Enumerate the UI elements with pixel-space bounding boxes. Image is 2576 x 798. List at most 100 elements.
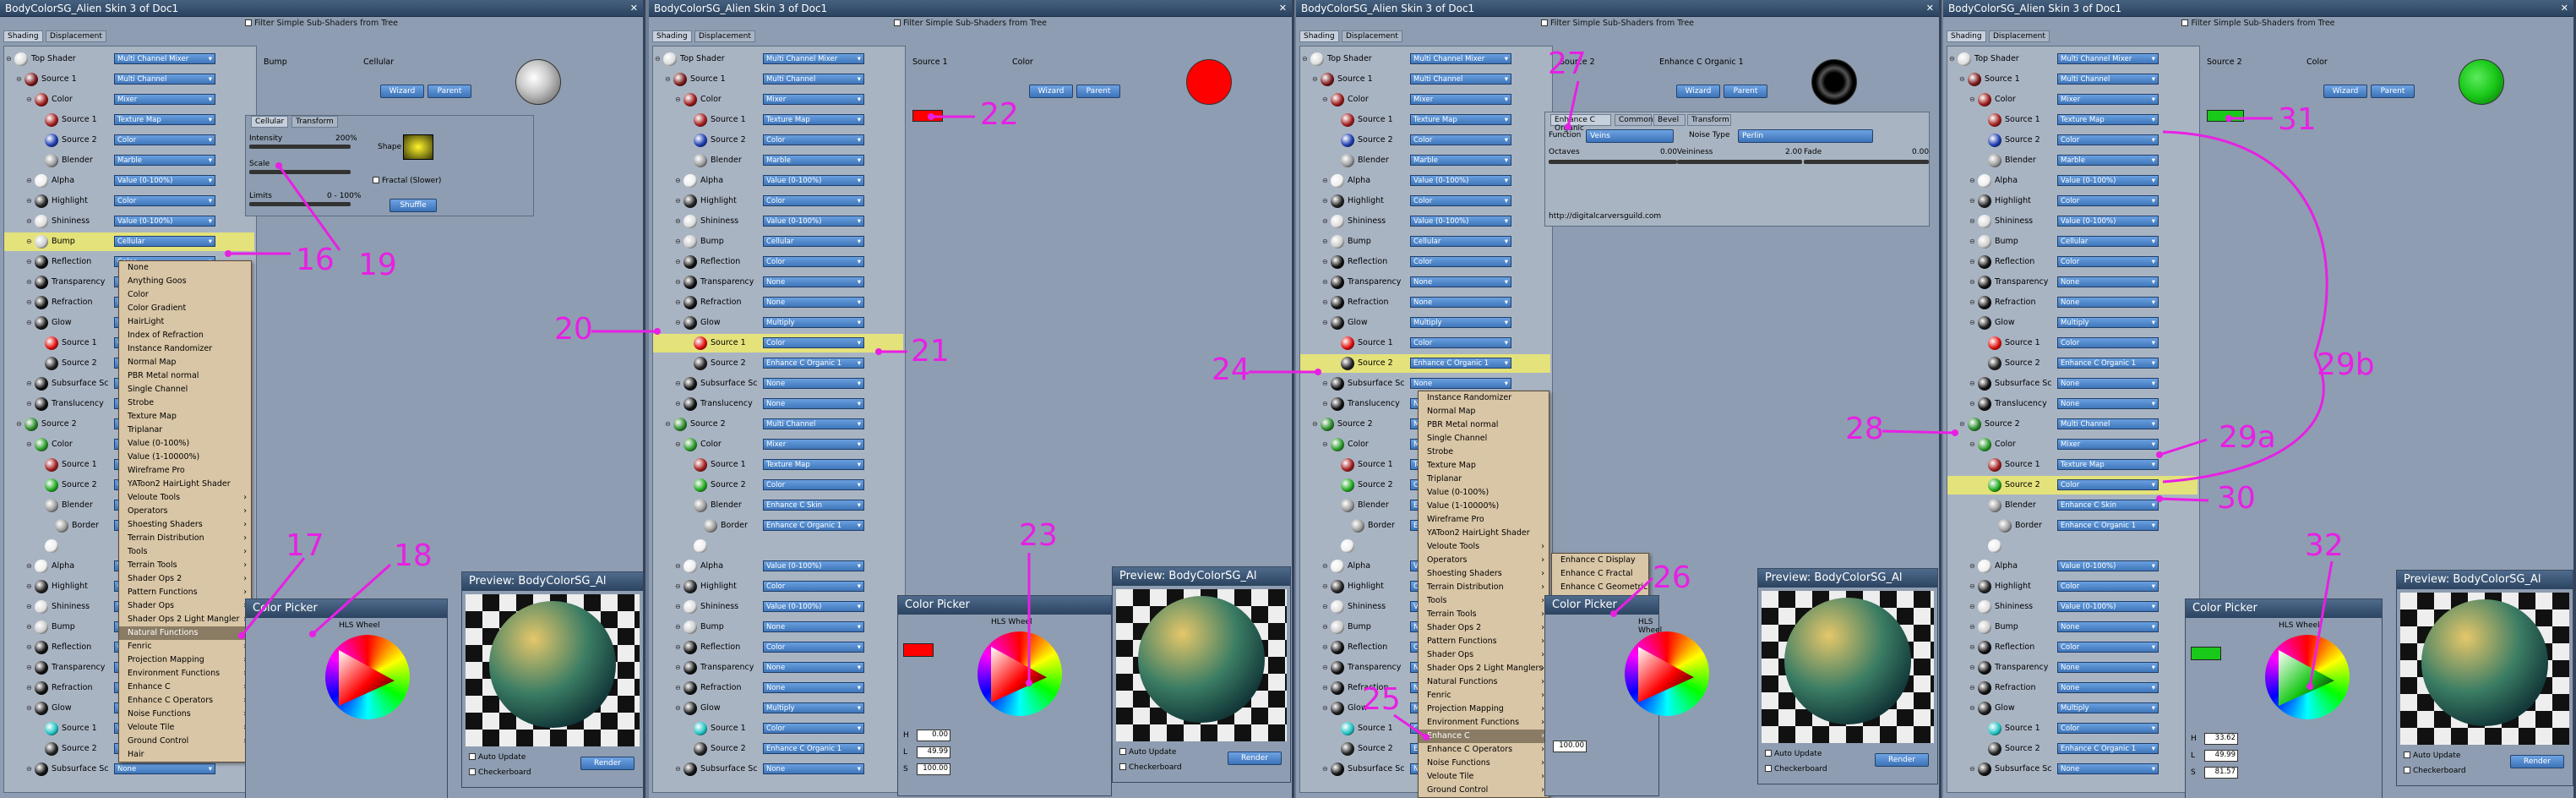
expand-toggle-icon[interactable] (1332, 462, 1339, 468)
expand-toggle-icon[interactable]: ⊖ (1969, 178, 1976, 184)
tree-row[interactable]: ⊖ Glow Multiply (1300, 314, 1550, 332)
subtab-transform[interactable]: Transform (291, 116, 338, 128)
menu-item[interactable]: Wireframe Pro (1419, 513, 1549, 527)
shader-dropdown[interactable]: Color (1410, 195, 1511, 206)
render-button[interactable]: Render (2510, 755, 2564, 768)
tree-row[interactable]: Source 1 Color (1947, 719, 2197, 738)
expand-toggle-icon[interactable]: ⊖ (675, 401, 682, 407)
shader-dropdown[interactable]: Cellular (114, 236, 215, 247)
shader-dropdown[interactable]: Multi Channel (2057, 418, 2159, 429)
expand-toggle-icon[interactable]: ⊖ (675, 664, 682, 671)
expand-toggle-icon[interactable]: ⊖ (26, 320, 33, 326)
tree-row[interactable]: ⊖ Color Mixer (1300, 90, 1550, 109)
tree-row[interactable]: ⊖ Subsurface Sc None (653, 760, 903, 779)
tree-row[interactable]: Source 2 Enhance C Organic 1 (1947, 354, 2197, 373)
auto-update-checkbox[interactable]: Auto Update (2404, 752, 2460, 760)
expand-toggle-icon[interactable]: ⊖ (26, 766, 33, 773)
shader-dropdown[interactable]: Mixer (763, 94, 864, 105)
expand-toggle-icon[interactable] (1980, 137, 1986, 144)
tree-row[interactable]: ⊖ Refraction None (1947, 679, 2197, 697)
expand-toggle-icon[interactable]: ⊖ (1969, 705, 1976, 712)
expand-toggle-icon[interactable]: ⊖ (675, 583, 682, 590)
expand-toggle-icon[interactable]: ⊖ (675, 604, 682, 610)
auto-update-box[interactable] (1765, 750, 1772, 757)
shader-dropdown[interactable]: None (2057, 662, 2159, 673)
checkerboard-checkbox[interactable]: Checkerboard (2404, 767, 2466, 775)
expand-toggle-icon[interactable] (1990, 522, 1996, 529)
menu-item[interactable]: Index of Refraction (119, 329, 251, 342)
tree-row[interactable]: ⊖ Refraction None (1947, 293, 2197, 312)
expand-toggle-icon[interactable]: ⊖ (1322, 238, 1329, 245)
expand-toggle-icon[interactable] (685, 482, 692, 489)
tree-row[interactable]: ⊖ Highlight Color (4, 192, 254, 210)
shader-dropdown[interactable]: Value (0-100%) (114, 175, 215, 186)
checkerboard-box[interactable] (1765, 765, 1772, 772)
filter-checkbox[interactable] (893, 19, 901, 26)
expand-toggle-icon[interactable]: ⊖ (26, 441, 33, 448)
expand-toggle-icon[interactable] (36, 117, 43, 123)
noise-type-dropdown[interactable]: Perlin (1738, 129, 1873, 143)
shader-dropdown[interactable]: Marble (763, 155, 864, 166)
filter-checkbox[interactable] (1540, 19, 1548, 26)
tree-row[interactable]: ⊖ Shininess Value (0-100%) (4, 212, 254, 231)
shader-dropdown[interactable]: Multi Channel (114, 74, 215, 85)
expand-toggle-icon[interactable]: ⊖ (26, 299, 33, 306)
tree-row[interactable]: Source 1 Texture Map (1947, 456, 2197, 474)
menu-item[interactable]: Texture Map (1419, 459, 1549, 473)
expand-toggle-icon[interactable]: ⊖ (675, 218, 682, 225)
menu-item[interactable]: Enhance C Fractal (1552, 567, 1648, 581)
shape-swatch[interactable] (403, 134, 433, 160)
shader-dropdown[interactable]: Enhance C Skin (763, 500, 864, 511)
tree-row[interactable]: Source 1 Color (653, 719, 903, 738)
expand-toggle-icon[interactable] (1332, 482, 1339, 489)
tree-row[interactable]: ⊖ Source 1 Multi Channel (1300, 70, 1550, 89)
tree-row[interactable]: ⊖ Highlight Color (653, 192, 903, 210)
menu-item[interactable]: Terrain Tools (119, 559, 251, 572)
expand-toggle-icon[interactable] (1980, 340, 1986, 347)
tree-row[interactable]: ⊖ Reflection Color (653, 638, 903, 657)
subtab[interactable]: Transform (1687, 114, 1731, 126)
expand-toggle-icon[interactable]: ⊖ (16, 421, 23, 428)
tab-displacement[interactable]: Displacement (1989, 30, 2050, 42)
tree-row[interactable]: ⊖ Transparency None (653, 659, 903, 677)
menu-item[interactable]: Instance Randomizer (1419, 391, 1549, 405)
tree-row[interactable]: ⊖ Translucency None (1947, 395, 2197, 413)
shader-dropdown[interactable]: Mixer (2057, 94, 2159, 105)
tree-row[interactable]: ⊖ Color Mixer (4, 90, 254, 109)
limits-slider[interactable] (249, 202, 351, 206)
expand-toggle-icon[interactable] (685, 360, 692, 367)
expand-toggle-icon[interactable] (36, 502, 43, 509)
close-icon[interactable]: ✕ (2561, 3, 2568, 14)
shader-dropdown[interactable]: None (763, 378, 864, 389)
close-icon[interactable]: ✕ (630, 3, 638, 14)
tree-row[interactable]: ⊖ Highlight Color (1947, 577, 2197, 596)
shader-dropdown[interactable]: Color (2057, 256, 2159, 267)
shader-dropdown[interactable]: Value (0-100%) (2057, 216, 2159, 227)
expand-toggle-icon[interactable] (1980, 725, 1986, 732)
tree-row[interactable]: ⊖ Bump Cellular (4, 232, 254, 251)
expand-toggle-icon[interactable]: ⊖ (1969, 279, 1976, 286)
menu-item[interactable]: Anything Goos (119, 275, 251, 288)
menu-item[interactable]: Value (1-10000%) (119, 451, 251, 464)
menu-item[interactable]: Normal Map (1419, 405, 1549, 418)
shader-dropdown[interactable]: Value (0-100%) (1410, 175, 1511, 186)
expand-toggle-icon[interactable] (1980, 157, 1986, 164)
menu-item[interactable]: HairLight (119, 315, 251, 329)
shader-dropdown[interactable]: Enhance C Skin (2057, 500, 2159, 511)
menu-item[interactable]: YAToon2 HairLight Shader (119, 478, 251, 491)
shader-dropdown[interactable]: Multiply (763, 702, 864, 713)
tree-row[interactable]: ⊖ Transparency None (1947, 659, 2197, 677)
expand-toggle-icon[interactable] (1332, 725, 1339, 732)
expand-toggle-icon[interactable]: ⊖ (1969, 644, 1976, 651)
menu-item[interactable]: Veloute Tools (1419, 540, 1549, 554)
shuffle-button[interactable]: Shuffle (389, 199, 437, 212)
checkerboard-box[interactable] (1119, 763, 1126, 770)
shader-dropdown[interactable]: Multiply (2057, 702, 2159, 713)
shader-dropdown[interactable]: Enhance C Organic 1 (2057, 520, 2159, 531)
menu-item[interactable]: Environment Functions (1419, 716, 1549, 730)
tree-row[interactable]: Source 2 Color (653, 131, 903, 150)
expand-toggle-icon[interactable] (695, 522, 702, 529)
expand-toggle-icon[interactable] (685, 543, 692, 549)
expand-toggle-icon[interactable]: ⊖ (1969, 96, 1976, 103)
expand-toggle-icon[interactable]: ⊖ (675, 380, 682, 387)
